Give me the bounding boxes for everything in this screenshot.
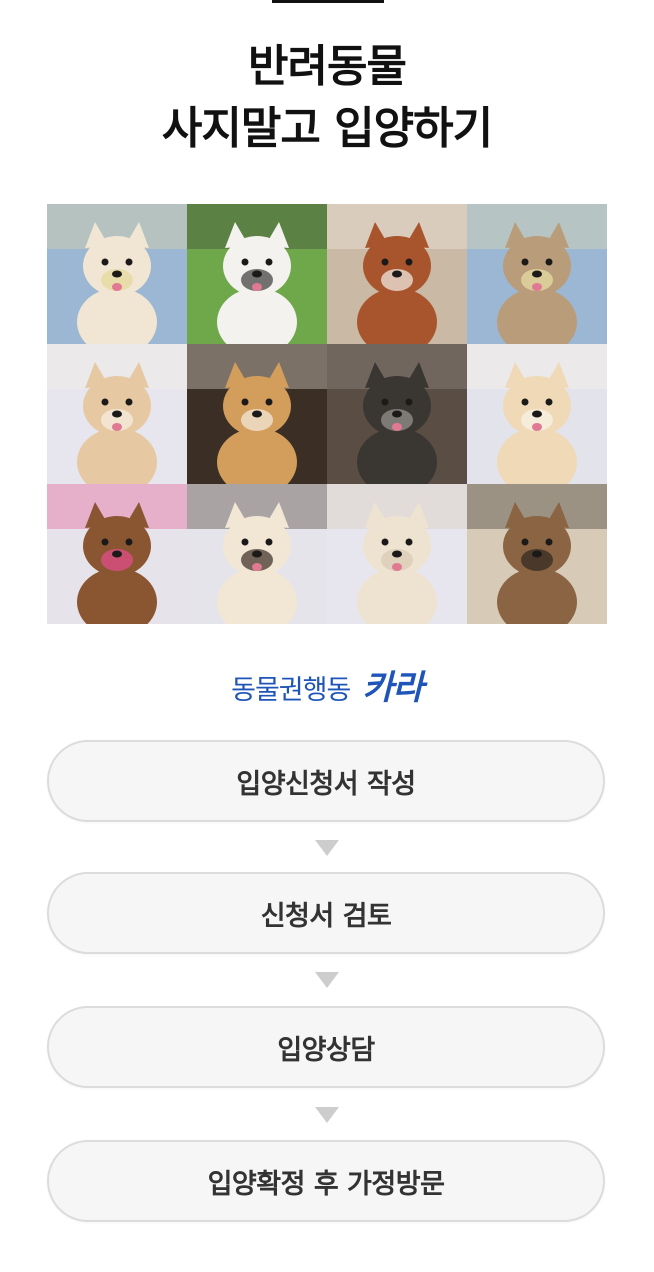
title-line-1: 반려동물 bbox=[248, 41, 407, 92]
dog-photo-jumping-white-black-dog bbox=[187, 204, 327, 344]
dog-photo-white-terrier-mix bbox=[327, 484, 467, 624]
step-label: 신청서 검토 bbox=[260, 900, 392, 932]
dog-photo-grid bbox=[47, 204, 607, 624]
step-consultation: 입양상담 bbox=[47, 1006, 605, 1088]
step-label: 입양상담 bbox=[277, 1034, 375, 1066]
step-application-form: 입양신청서 작성 bbox=[47, 740, 605, 822]
down-arrow-icon bbox=[315, 840, 339, 856]
dog-photo-brown-poodle-pink-leash bbox=[47, 484, 187, 624]
step-label: 입양신청서 작성 bbox=[236, 768, 416, 800]
step-review: 신청서 검토 bbox=[47, 872, 605, 954]
down-arrow-icon bbox=[315, 972, 339, 988]
down-arrow-icon bbox=[315, 1107, 339, 1123]
dog-photo-border-collie-on-pavement bbox=[327, 204, 467, 344]
dog-photo-white-jindo-smiling bbox=[187, 484, 327, 624]
dog-photo-smiling-orange-mix bbox=[187, 344, 327, 484]
step-home-visit: 입양확정 후 가정방문 bbox=[47, 1140, 605, 1222]
dog-photo-poodle-on-blanket bbox=[467, 204, 607, 344]
page-title: 반려동물 사지말고 입양하기 bbox=[0, 36, 654, 160]
dog-photo-dark-gray-shaggy-dog bbox=[327, 344, 467, 484]
dog-photo-cream-small-dog bbox=[467, 344, 607, 484]
dog-photo-pomeranian-on-blanket bbox=[47, 204, 187, 344]
brand-logo: 동물권행동 카라 bbox=[0, 660, 654, 709]
dog-photo-cream-jindo-puppy bbox=[47, 344, 187, 484]
brand-org-name: 동물권행동 bbox=[231, 675, 351, 706]
title-line-2: 사지말고 입양하기 bbox=[161, 103, 493, 154]
brand-logo-text: 카라 bbox=[362, 668, 424, 708]
step-label: 입양확정 후 가정방문 bbox=[207, 1168, 445, 1200]
dog-photo-shih-tzu-on-sofa bbox=[467, 484, 607, 624]
top-divider-bar bbox=[272, 0, 384, 3]
